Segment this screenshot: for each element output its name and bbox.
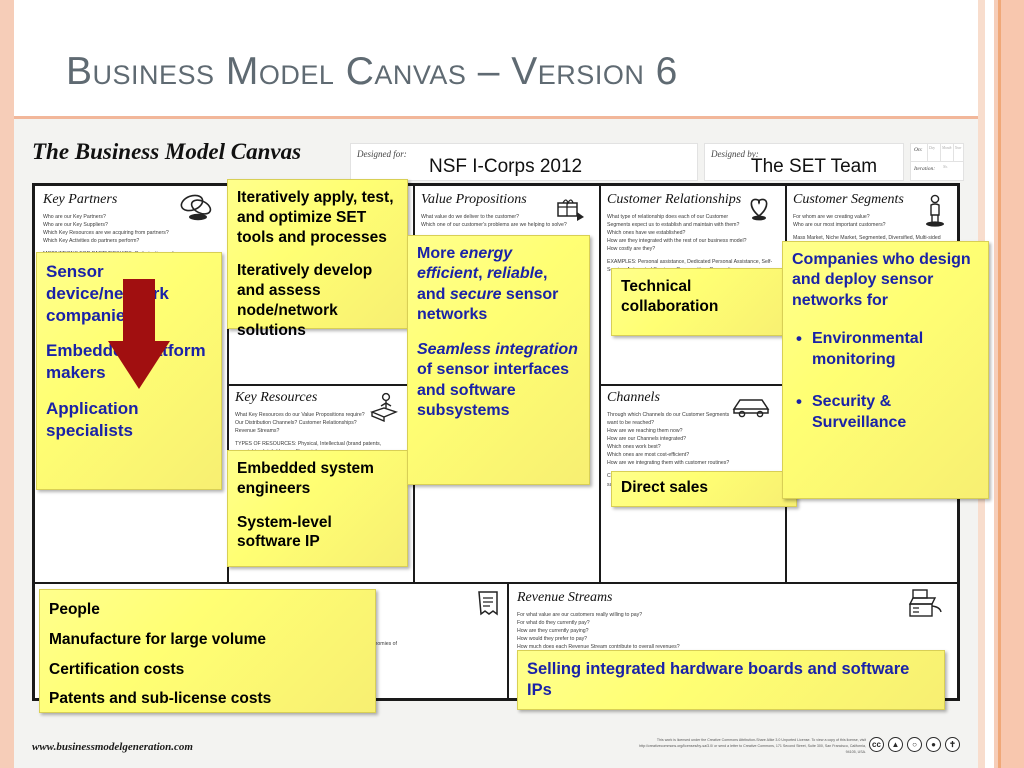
note-value-propositions-para-2: Seamless integration of sensor interface… [417, 340, 580, 422]
page-title: Business Model Canvas – Version 6 [66, 50, 678, 93]
cash-register-icon [908, 589, 942, 617]
note-customer-segments-bullets: Environmental monitoring Security & Surv… [792, 328, 979, 433]
canvas-brand-title: The Business Model Canvas [32, 139, 302, 164]
on-label: On: [914, 147, 923, 153]
date-iteration-box: On: Day Month Year Iteration: No. [910, 143, 964, 181]
note-cost-structure-line-3: Certification costs [49, 660, 185, 678]
note-key-partners-line-3: Application specialists [46, 398, 139, 440]
customer-segments-bullet-2: Security & Surveillance [792, 391, 979, 433]
customer-segments-bullet-1: Environmental monitoring [792, 328, 979, 370]
iteration-no-label: No. [943, 165, 949, 169]
note-cost-structure[interactable]: People Manufacture for large volume Cert… [39, 589, 376, 713]
on-year-label: Year [955, 146, 962, 150]
block-customer-relationships: Customer Relationships What type of rela… [607, 192, 779, 274]
vp-em-2: reliable [486, 265, 543, 283]
note-value-propositions[interactable]: More energy efficient, reliable, and sec… [407, 235, 590, 485]
creative-commons-badges: cc ▲ ○ ● ✝ [869, 737, 960, 752]
person-pedestal-icon [370, 392, 398, 422]
website-url[interactable]: www.businessmodelgeneration.com [32, 741, 193, 753]
note-customer-segments-heading: Companies who design and deploy sensor n… [792, 251, 971, 309]
grid-hline-relationships-channels [599, 384, 785, 386]
designed-for-box: Designed for: NSF I-Corps 2012 [350, 143, 698, 181]
invoice-icon [478, 591, 498, 616]
cc-by-icon: ▲ [888, 737, 903, 752]
cc-icon: cc [869, 737, 884, 752]
vp2-em: Seamless integration [417, 340, 578, 358]
cc-sa-icon: ● [926, 737, 941, 752]
title-band: Business Model Canvas – Version 6 [14, 0, 978, 116]
note-customer-segments[interactable]: Companies who design and deploy sensor n… [782, 241, 989, 499]
gift-box-icon [557, 199, 584, 221]
note-customer-relationships[interactable]: Technical collaboration [611, 268, 797, 336]
date-tick-2 [940, 144, 941, 161]
date-tick-3 [953, 144, 954, 161]
designed-by-box: Designed by: The SET Team [704, 143, 904, 181]
designed-for-value[interactable]: NSF I-Corps 2012 [429, 156, 582, 178]
heart-icon [750, 198, 768, 221]
on-day-label: Day [929, 146, 935, 150]
vp-mid-1: , [478, 265, 487, 283]
grid-hline-bottom [35, 582, 957, 584]
stripe-5 [1001, 0, 1024, 768]
truck-icon [732, 399, 770, 418]
red-arrow-annotation [108, 279, 170, 389]
note-key-activities-line-2: Iteratively develop and assess node/netw… [237, 262, 373, 339]
note-key-activities[interactable]: Iteratively apply, test, and optimize SE… [227, 179, 408, 339]
note-key-resources-line-2: System-level software IP [237, 513, 332, 551]
note-revenue-streams-line-1: Selling integrated hardware boards and s… [527, 660, 910, 700]
cc-zero-icon: ○ [907, 737, 922, 752]
revenue-streams-title: Revenue Streams [517, 590, 613, 605]
note-cost-structure-line-4: Patents and sub-license costs [49, 690, 272, 708]
note-channels-line-1: Direct sales [621, 479, 709, 496]
arrow-shaft [123, 279, 155, 345]
grid-hline-activities-resources [227, 384, 413, 386]
vp-em-3: secure [449, 285, 502, 303]
note-key-resources-line-1: Embedded system engineers [237, 460, 374, 497]
note-key-activities-line-1: Iteratively apply, test, and optimize SE… [237, 189, 394, 246]
note-key-resources[interactable]: Embedded system engineers System-level s… [227, 450, 408, 567]
arrow-head [108, 341, 170, 389]
date-tick-1 [927, 144, 928, 161]
date-iteration-divider [911, 161, 963, 162]
block-key-resources: Key Resources What Key Resources do our … [235, 390, 405, 456]
cc-person-icon: ✝ [945, 737, 960, 752]
note-channels[interactable]: Direct sales [611, 471, 797, 507]
chain-links-icon [180, 194, 212, 221]
revenue-streams-questions: For what value are our customers really … [517, 612, 680, 651]
business-model-canvas: The Business Model Canvas Designed for: … [14, 119, 989, 768]
grid-vline-cost-revenue [507, 582, 509, 698]
person-icon [926, 194, 944, 227]
slide-root: Business Model Canvas – Version 6 The Bu… [0, 0, 1024, 768]
designed-by-value[interactable]: The SET Team [751, 156, 877, 178]
iteration-label: Iteration: [914, 166, 936, 172]
note-customer-relationships-line-1: Technical collaboration [621, 278, 719, 315]
note-cost-structure-line-1: People [49, 601, 100, 618]
on-month-label: Month [942, 146, 952, 150]
note-cost-structure-line-2: Manufacture for large volume [49, 630, 267, 648]
vp-pre: More [417, 245, 460, 262]
note-value-propositions-para-1: More energy efficient, reliable, and sec… [417, 244, 580, 326]
note-revenue-streams[interactable]: Selling integrated hardware boards and s… [517, 650, 945, 710]
left-accent-stripe [0, 0, 14, 768]
license-text: This work is licensed under the Creative… [639, 738, 866, 755]
vp2-post: of sensor interfaces and software subsys… [417, 361, 570, 420]
designed-for-label: Designed for: [357, 149, 407, 159]
